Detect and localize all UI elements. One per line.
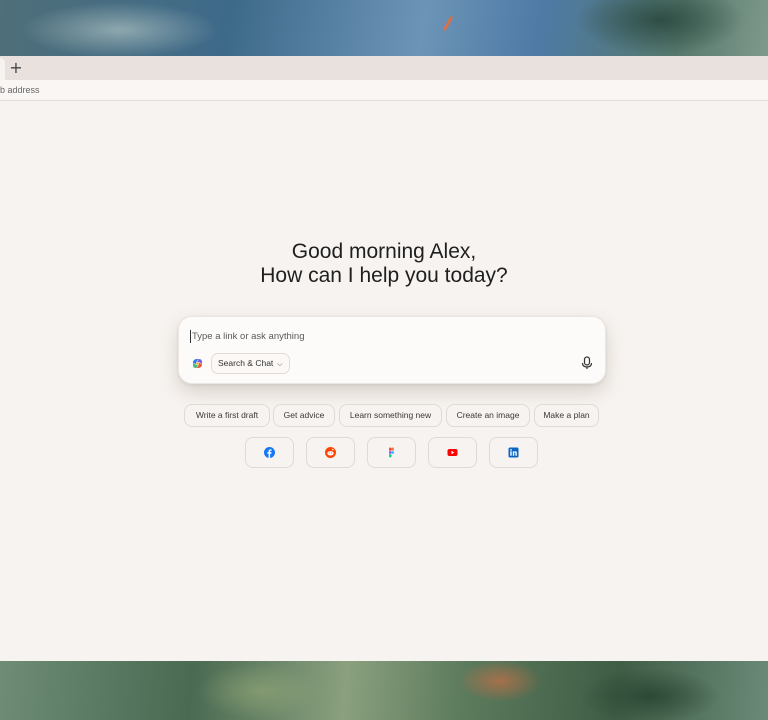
shortcut-youtube[interactable]	[428, 437, 477, 468]
linkedin-icon	[508, 447, 519, 458]
shortcut-reddit[interactable]	[306, 437, 355, 468]
new-tab-button[interactable]: +	[8, 59, 24, 77]
figma-icon	[389, 447, 394, 458]
suggestion-chip[interactable]: Make a plan	[534, 404, 599, 427]
suggestion-chip[interactable]: Get advice	[273, 404, 335, 427]
suggestion-chips: Write a first draft Get advice Learn som…	[184, 404, 604, 427]
greeting-line-1: Good morning Alex,	[291, 240, 477, 263]
greeting-line-2: How can I help you today?	[260, 264, 508, 287]
browser-window: + b address Good morning Alex, How can I…	[0, 56, 768, 661]
active-tab[interactable]	[0, 58, 5, 80]
address-placeholder: b address	[0, 85, 40, 95]
shortcut-figma[interactable]	[367, 437, 416, 468]
chat-input[interactable]: Type a link or ask anything	[192, 329, 572, 344]
suggestion-chip[interactable]: Create an image	[446, 404, 530, 427]
address-input[interactable]: b address	[0, 83, 300, 97]
desktop-wallpaper-top	[0, 0, 768, 56]
mode-dropdown[interactable]: Search & Chat ⌵	[211, 353, 290, 374]
chat-composer: Type a link or ask anything Search & Cha…	[178, 316, 606, 384]
shortcut-linkedin[interactable]	[489, 437, 538, 468]
tab-strip: +	[0, 56, 768, 80]
suggestion-chip[interactable]: Write a first draft	[184, 404, 270, 427]
copilot-icon[interactable]	[191, 357, 204, 370]
suggestion-chip[interactable]: Learn something new	[339, 404, 442, 427]
facebook-icon	[264, 447, 275, 458]
desktop-wallpaper-bottom	[0, 661, 768, 720]
text-caret	[190, 330, 191, 343]
mode-label: Search & Chat	[218, 358, 274, 368]
reddit-icon	[325, 447, 336, 458]
microphone-icon[interactable]	[580, 356, 594, 370]
shortcut-facebook[interactable]	[245, 437, 294, 468]
address-bar: b address	[0, 80, 768, 101]
chevron-down-icon: ⌵	[277, 361, 283, 368]
wallpaper-detail	[442, 15, 454, 32]
youtube-icon	[447, 449, 458, 456]
